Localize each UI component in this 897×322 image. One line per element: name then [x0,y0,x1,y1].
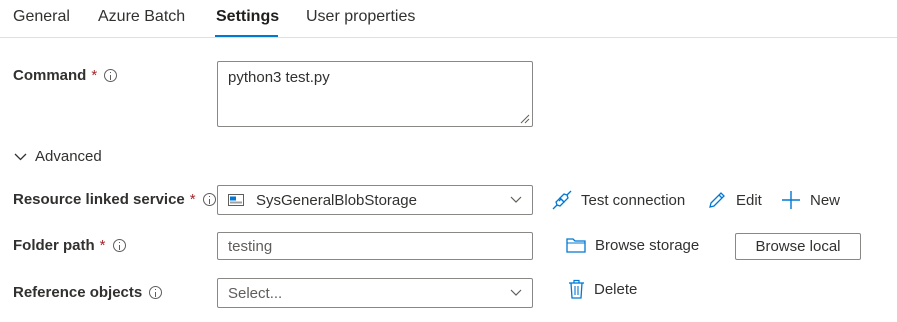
browse-storage-button[interactable]: Browse storage [566,236,699,254]
folder-path-input[interactable]: testing [217,232,533,260]
delete-button[interactable]: Delete [568,279,637,299]
browse-local-button[interactable]: Browse local [735,233,861,260]
edit-button[interactable]: Edit [707,190,762,210]
test-connection-label: Test connection [581,191,686,209]
delete-label: Delete [594,280,638,298]
pencil-icon [709,192,725,208]
folder-path-value: testing [228,237,273,255]
info-icon[interactable] [149,286,163,299]
trash-icon [569,279,584,299]
command-value: python3 test.py [228,69,330,86]
tab-user-properties[interactable]: User properties [306,8,415,26]
tab-general[interactable]: General [13,8,70,26]
chevron-down-icon [510,196,522,203]
advanced-label: Advanced [35,148,102,165]
reference-objects-placeholder: Select... [228,284,283,302]
test-connection-button[interactable]: Test connection [552,190,685,210]
resource-linked-service-label: Resource linked service * [13,191,216,208]
folder-path-label: Folder path * [13,237,126,254]
advanced-toggle[interactable]: Advanced [14,148,102,165]
required-asterisk: * [99,237,106,254]
command-textarea[interactable]: python3 test.py [217,61,533,127]
plug-icon [552,190,572,210]
edit-label: Edit [736,191,762,209]
reference-objects-dropdown[interactable]: Select... [217,278,533,308]
required-asterisk: * [189,191,196,208]
info-icon[interactable] [202,193,216,206]
reference-objects-label: Reference objects [13,284,163,301]
chevron-down-icon [510,289,522,296]
blob-storage-icon [228,194,244,206]
tab-bar: General Azure Batch Settings User proper… [0,0,897,38]
reference-objects-label-text: Reference objects [13,284,143,301]
resource-linked-service-value: SysGeneralBlobStorage [256,191,417,209]
plus-icon [782,191,800,209]
resize-grip-icon[interactable] [520,114,530,124]
chevron-down-icon [14,153,27,160]
tab-settings[interactable]: Settings [216,8,279,26]
new-label: New [810,191,841,209]
command-label-text: Command [13,67,87,84]
resource-linked-service-label-text: Resource linked service [13,191,185,208]
info-icon[interactable] [112,239,126,252]
info-icon[interactable] [104,69,118,82]
active-tab-indicator [215,35,278,37]
browse-storage-label: Browse storage [595,236,700,254]
new-button[interactable]: New [781,190,840,210]
resource-linked-service-dropdown[interactable]: SysGeneralBlobStorage [217,185,533,215]
tab-azure-batch[interactable]: Azure Batch [98,8,185,26]
folder-icon [566,238,586,253]
command-label: Command * [13,67,118,84]
required-asterisk: * [91,67,98,84]
folder-path-label-text: Folder path [13,237,95,254]
